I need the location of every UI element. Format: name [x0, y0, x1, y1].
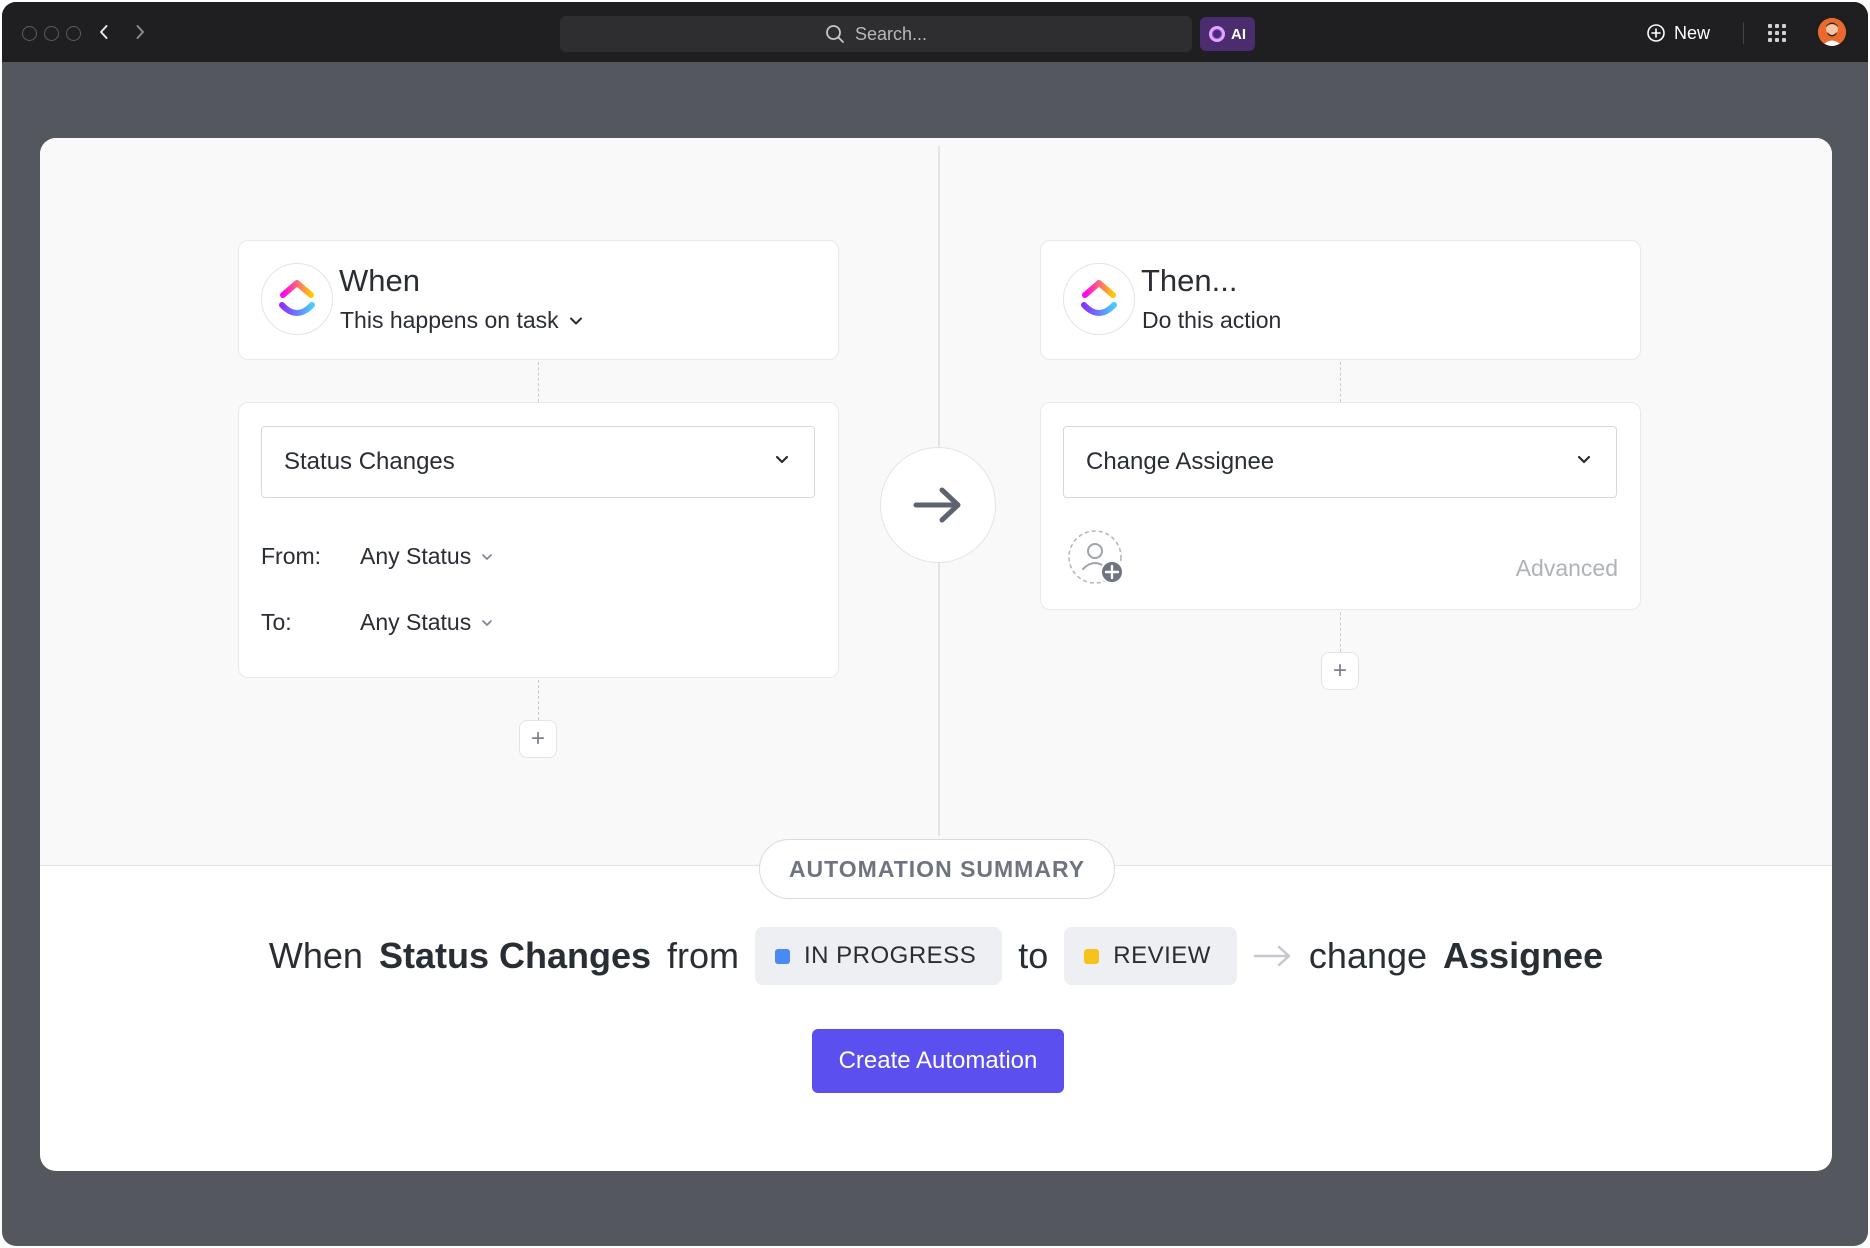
trigger-select-value: Status Changes [284, 448, 455, 475]
summary-when: When [268, 935, 363, 976]
connector-line [1340, 362, 1341, 402]
ai-button[interactable]: AI [1200, 17, 1255, 51]
clickup-logo-icon [1063, 263, 1135, 335]
from-status-chip-label: IN PROGRESS [804, 942, 977, 969]
chevron-down-icon [1577, 455, 1591, 464]
chevron-down-icon [569, 317, 582, 324]
automation-builder-card: When This happens on task Status Changes… [40, 138, 1832, 1171]
trigger-select[interactable]: Status Changes [261, 426, 815, 498]
search-bar[interactable]: Search... [560, 16, 1192, 52]
top-bar: Search... AI New [2, 2, 1868, 62]
window-close-button[interactable] [22, 26, 37, 41]
chevron-down-icon [775, 455, 789, 464]
clickup-logo-icon [261, 263, 333, 335]
chevron-left-icon [100, 25, 108, 39]
ai-label: AI [1231, 25, 1246, 43]
action-header-card: Then... Do this action [1040, 240, 1641, 360]
automation-summary-label: AUTOMATION SUMMARY [759, 839, 1115, 899]
summary-from: from [667, 935, 739, 976]
trigger-type-dropdown[interactable]: This happens on task [340, 307, 583, 334]
automation-canvas: When This happens on task Status Changes… [40, 138, 1832, 866]
to-label: To: [261, 609, 292, 635]
flow-arrow [880, 447, 996, 563]
from-status-value: Any Status [360, 543, 472, 569]
status-color-dot [1084, 948, 1100, 964]
avatar[interactable] [1818, 18, 1846, 46]
status-color-dot [775, 948, 790, 964]
create-automation-button[interactable]: Create Automation [812, 1029, 1064, 1093]
action-title: Then... [1141, 263, 1238, 298]
action-config-card: Change Assignee Advanced [1040, 402, 1641, 610]
arrow-right-icon [1253, 945, 1291, 967]
action-select-value: Change Assignee [1086, 448, 1275, 475]
connector-line [538, 680, 539, 720]
to-status-chip-label: REVIEW [1113, 942, 1211, 969]
trigger-subtitle: This happens on task [340, 307, 559, 333]
action-select[interactable]: Change Assignee [1063, 426, 1617, 498]
add-assignee-button[interactable] [1067, 529, 1127, 589]
to-status-dropdown[interactable]: Any Status [360, 609, 493, 636]
app-window: Search... AI New When This happens on ta… [2, 2, 1868, 1246]
trigger-title: When [339, 263, 420, 298]
clickup-logo-icon [1081, 280, 1117, 316]
new-label: New [1674, 22, 1711, 43]
user-avatar-image [1818, 18, 1846, 46]
apps-grid-icon[interactable] [1768, 24, 1786, 42]
chevron-right-icon [136, 25, 144, 39]
back-button[interactable] [92, 20, 116, 44]
summary-change: change [1308, 935, 1428, 976]
from-status-chip: IN PROGRESS [755, 927, 1003, 985]
search-placeholder: Search... [854, 23, 928, 44]
summary-trigger: Status Changes [378, 935, 651, 976]
trigger-header-card: When This happens on task [238, 240, 839, 360]
plus-circle-icon [1647, 24, 1665, 42]
from-label: From: [261, 543, 322, 569]
ai-icon [1209, 26, 1225, 42]
new-button[interactable]: New [1646, 20, 1710, 46]
arrow-right-icon [913, 487, 961, 523]
chevron-down-icon [482, 619, 493, 626]
add-user-icon [1068, 530, 1124, 584]
from-status-dropdown[interactable]: Any Status [360, 543, 493, 570]
add-condition-button[interactable]: + [519, 720, 557, 758]
summary-target: Assignee [1443, 935, 1604, 976]
advanced-link[interactable]: Advanced [1516, 555, 1618, 582]
forward-button[interactable] [128, 20, 152, 44]
trigger-config-card: Status Changes From: Any Status To: Any … [238, 402, 839, 678]
to-status-chip: REVIEW [1064, 927, 1237, 985]
topbar-divider [1743, 22, 1744, 44]
window-maximize-button[interactable] [66, 26, 81, 41]
search-icon [826, 25, 844, 43]
connector-line [1340, 612, 1341, 652]
chevron-down-icon [482, 553, 493, 560]
action-subtitle: Do this action [1142, 307, 1282, 333]
automation-summary-sentence: When Status Changes from IN PROGRESS to … [40, 926, 1832, 986]
to-status-value: Any Status [360, 609, 472, 635]
window-minimize-button[interactable] [44, 26, 59, 41]
summary-to: to [1018, 935, 1049, 976]
clickup-logo-icon [279, 280, 315, 316]
connector-line [538, 362, 539, 402]
add-action-button[interactable]: + [1321, 652, 1359, 690]
